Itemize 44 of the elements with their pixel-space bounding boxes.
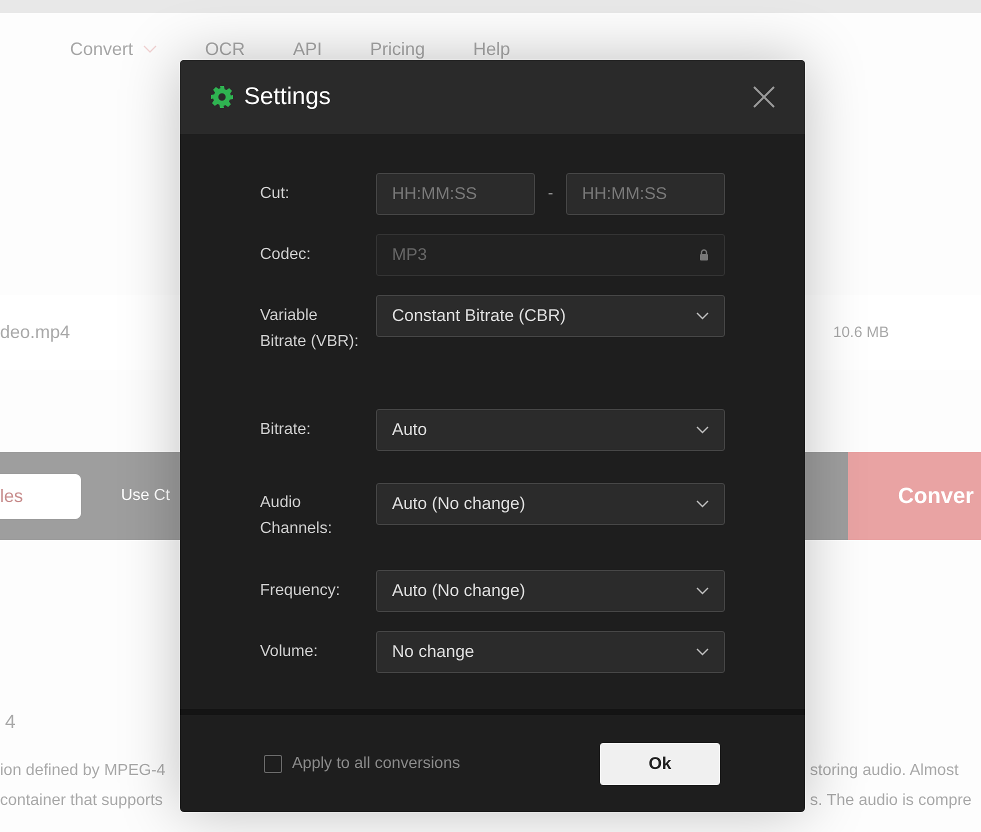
chevron-down-icon <box>696 500 709 508</box>
paragraph-line: container that supports <box>0 791 163 811</box>
chevron-down-icon <box>696 312 709 320</box>
dropdown-select[interactable]: Auto <box>376 409 725 451</box>
field-label: Codec: <box>260 245 312 265</box>
checkbox-label: Apply to all conversions <box>292 754 460 772</box>
field-label: Volume: <box>260 642 319 662</box>
chevron-down-icon <box>143 45 158 53</box>
chevron-down-icon <box>696 587 709 595</box>
add-files-button[interactable]: les <box>0 474 81 518</box>
chevron-down-icon <box>696 426 709 434</box>
file-size: 10.6 MB <box>833 324 889 341</box>
field-label: Variable Bitrate (VBR): <box>260 306 360 352</box>
paragraph-line: storing audio. Almost <box>810 761 959 781</box>
paragraph-line: s. The audio is compre <box>810 791 972 811</box>
dropdown-select[interactable]: No change <box>376 631 725 673</box>
field-label: Audio Channels: <box>260 493 334 539</box>
nav-link[interactable]: API <box>293 38 322 60</box>
dropdown-select[interactable]: Auto (No change) <box>376 483 725 525</box>
nav-link[interactable]: Pricing <box>370 38 426 60</box>
field-label: Frequency: <box>260 581 342 601</box>
end-time-field[interactable]: HH:MM:SS <box>566 173 725 215</box>
file-name: deo.mp4 <box>0 322 70 343</box>
start-time-field[interactable]: HH:MM:SS <box>376 173 535 215</box>
dropdown-select[interactable]: Auto (No change) <box>376 570 725 612</box>
range-separator: - <box>546 185 554 203</box>
field-label: Bitrate: <box>260 420 312 440</box>
nav-link[interactable]: Convert <box>70 38 158 60</box>
paragraph-line: ion defined by MPEG-4 <box>0 761 166 781</box>
dialog-title: Settings <box>244 83 331 111</box>
convert-button[interactable]: Conver <box>848 452 981 540</box>
checkbox[interactable] <box>264 754 282 772</box>
lock-icon <box>699 249 709 261</box>
nav-link[interactable]: OCR <box>205 38 246 60</box>
nav-link[interactable]: Help <box>473 38 510 60</box>
codec-field: MP3 <box>376 234 725 276</box>
hint-text: Use Ct <box>121 487 170 505</box>
field-label: Cut: <box>260 184 290 204</box>
section-heading: 4 <box>4 712 17 734</box>
close-icon[interactable] <box>753 86 775 108</box>
chevron-down-icon <box>696 648 709 656</box>
settings-icon <box>210 85 234 109</box>
ok-button[interactable]: Ok <box>600 742 720 784</box>
dropdown-select[interactable]: Constant Bitrate (CBR) <box>376 295 725 337</box>
